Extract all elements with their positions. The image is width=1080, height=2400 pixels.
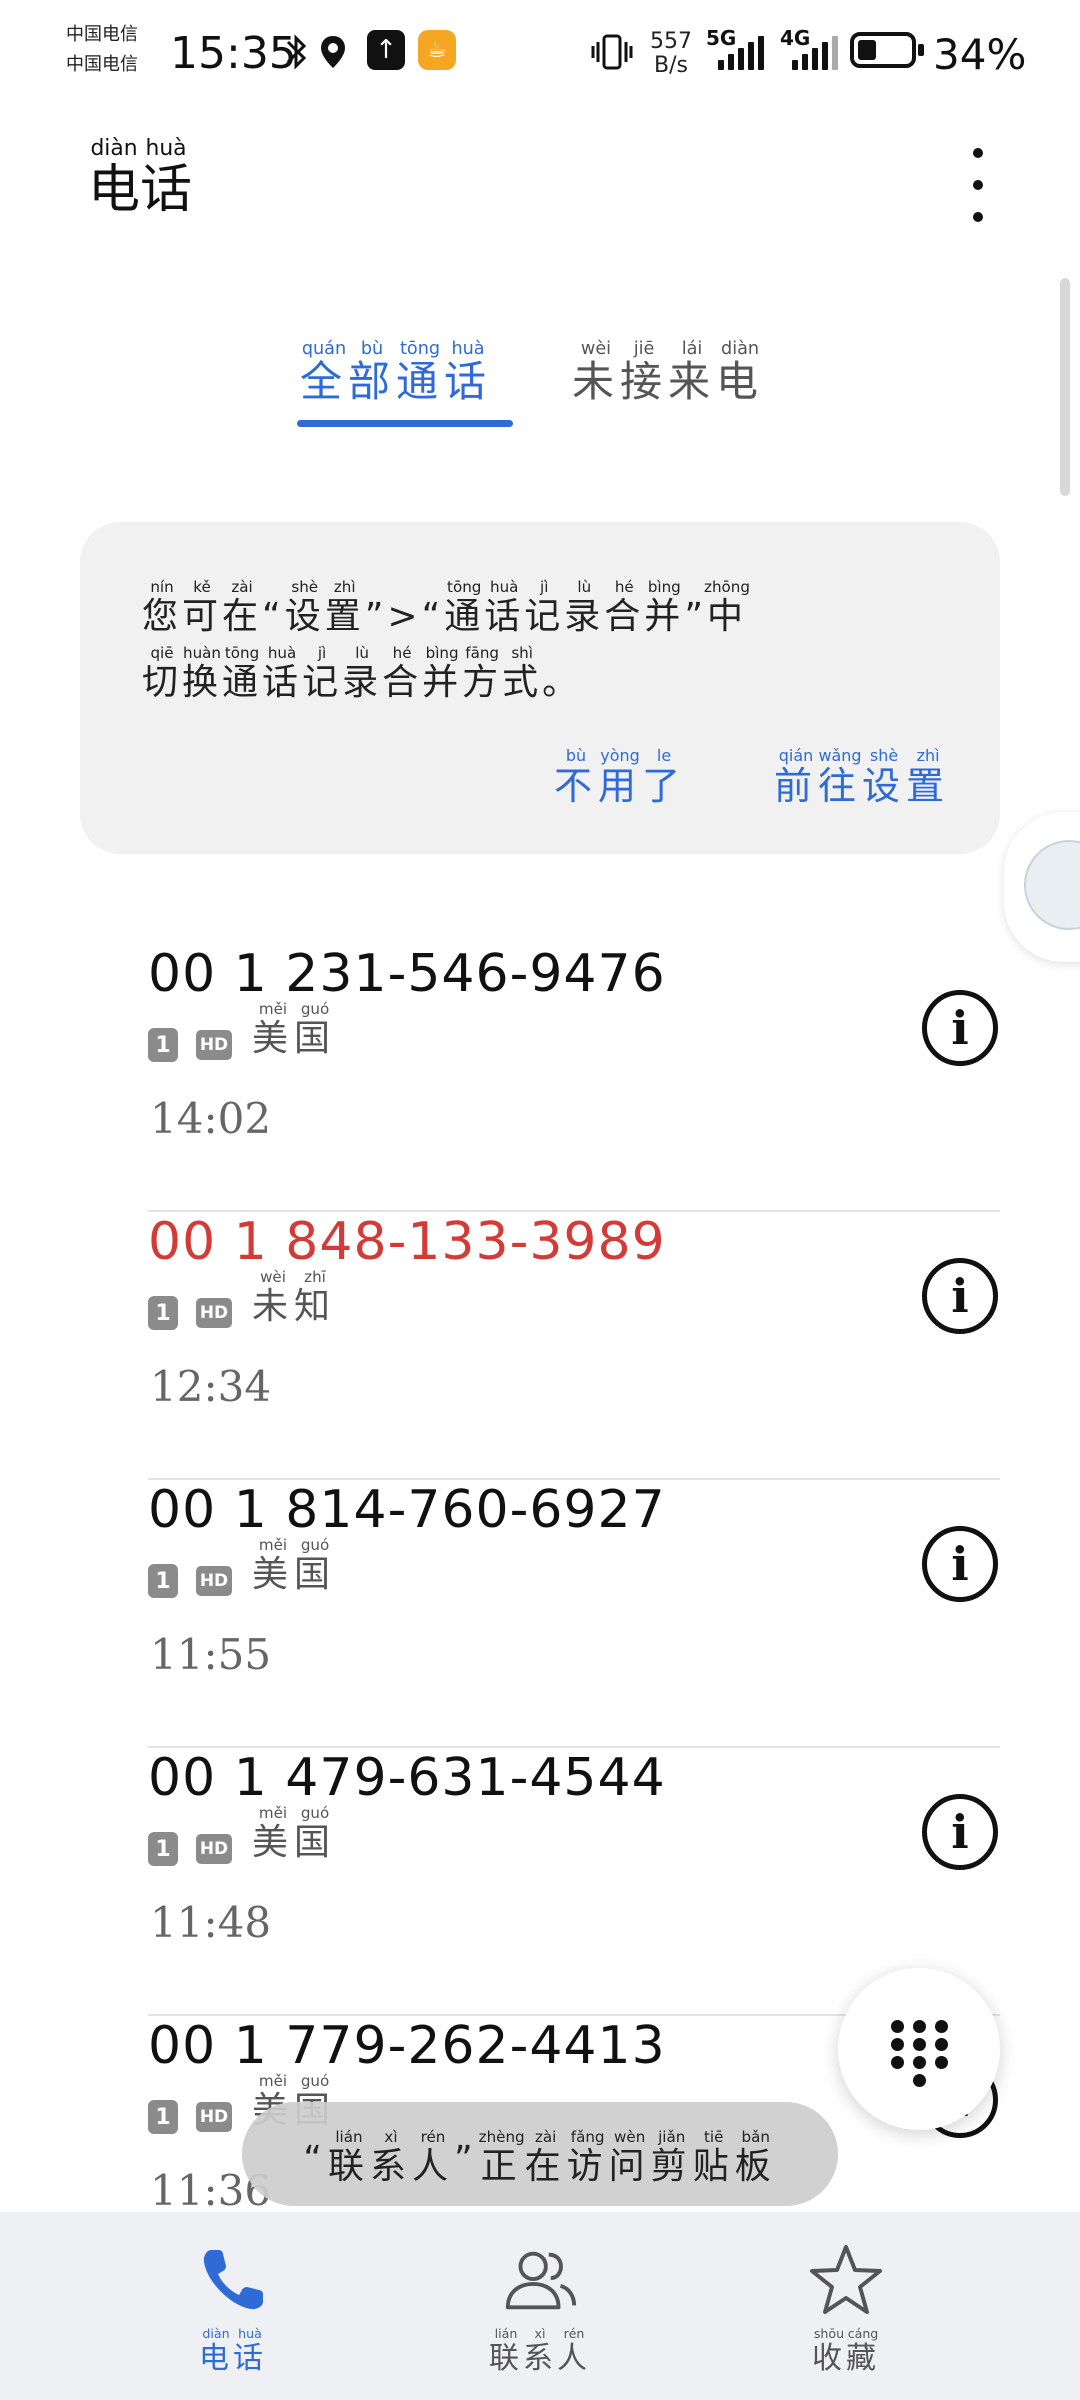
assistant-avatar-icon: [1024, 840, 1080, 930]
floating-assistant-bubble[interactable]: [1004, 812, 1080, 962]
sim-badge: 1: [148, 1296, 178, 1330]
call-log-item[interactable]: 00 1 479-631-4544 1 HD 美měi国guó 11:48 i: [148, 1748, 1000, 2016]
dialpad-button[interactable]: [838, 1968, 1000, 2130]
call-number: 00 1 231-546-9476: [148, 944, 666, 1004]
hint-line-1: 您nín可kě在zài“设shè置zhì”>“通tōng话huà记jì录lù合h…: [142, 578, 750, 637]
call-location: 未wèi知zhī: [252, 1268, 337, 1327]
bluetooth-icon: [284, 30, 310, 74]
nav-label-favorites: 收shōu藏cáng: [812, 2326, 880, 2376]
vibrate-icon: [590, 30, 634, 74]
network-speed-value: 557: [650, 29, 692, 54]
sim-badge: 1: [148, 1832, 178, 1866]
merge-settings-hint-card: 您nín可kě在zài“设shè置zhì”>“通tōng话huà记jì录lù合h…: [80, 522, 1000, 854]
nav-item-favorites[interactable]: 收shōu藏cáng: [746, 2240, 946, 2390]
call-location: 美měi国guó: [252, 1000, 337, 1059]
location-icon: [318, 30, 348, 74]
signal-strength-icon-sim1: [718, 34, 764, 70]
network-speed: 557 B/s: [646, 30, 696, 78]
hd-badge: HD: [196, 1834, 232, 1864]
signal-strength-icon-sim2: [792, 34, 838, 70]
hd-badge: HD: [196, 1298, 232, 1328]
hd-badge: HD: [196, 2102, 232, 2132]
upload-icon: ↑: [367, 30, 405, 70]
go-to-settings-button[interactable]: 前qián往wǎng设shè置zhì: [774, 746, 950, 810]
app-notification-icon: ☕: [418, 30, 456, 70]
call-log-item[interactable]: 00 1 848-133-3989 1 HD 未wèi知zhī 12:34 i: [148, 1212, 1000, 1480]
tab-missed-calls[interactable]: 未接来电未wèi接jiē来lái电diàn: [572, 339, 764, 409]
hd-badge: HD: [196, 1566, 232, 1596]
call-details-info-icon[interactable]: i: [922, 1526, 998, 1602]
call-number: 00 1 479-631-4544: [148, 1748, 666, 1808]
call-number: 00 1 779-262-4413: [148, 2016, 666, 2076]
nav-label-contacts: 联lián系xì人rén: [489, 2326, 591, 2376]
nav-label-phone: 电diàn话huà: [199, 2326, 267, 2376]
call-log-item[interactable]: 00 1 231-546-9476 1 HD 美měi国guó 14:02 i: [148, 944, 1000, 1212]
scrollbar[interactable]: [1060, 278, 1070, 496]
nav-item-phone[interactable]: 电diàn话huà: [133, 2240, 333, 2390]
phone-icon: [193, 2240, 273, 2320]
sim-badge: 1: [148, 2100, 178, 2134]
hd-badge: HD: [196, 1030, 232, 1060]
call-time: 12:34: [150, 1362, 272, 1411]
call-time: 14:02: [150, 1094, 272, 1143]
call-details-info-icon[interactable]: i: [922, 1258, 998, 1334]
call-number: 00 1 814-760-6927: [148, 1480, 666, 1540]
call-time: 11:55: [150, 1630, 272, 1679]
sim-badge: 1: [148, 1028, 178, 1062]
call-number: 00 1 848-133-3989: [148, 1212, 666, 1272]
page-title: 电diàn话huà 电话: [88, 136, 193, 222]
clipboard-access-toast: “联lián 系xì 人rén” 正zhèng 在zài 访fǎng 问wèn 剪jiǎn 贴t…: [242, 2102, 838, 2206]
star-icon: [806, 2240, 886, 2320]
call-location: 美měi国guó: [252, 1804, 337, 1863]
title-char: 电diàn话huà: [88, 136, 193, 220]
nav-item-contacts[interactable]: 联lián系xì人rén: [440, 2240, 640, 2390]
hint-line-2: 切qiē换huàn通tōng话huà记jì录lù合hé并bìng方fāng式sh…: [142, 644, 583, 703]
status-bar: 中国电信 中国电信 15:35 ↑ ☕ 557 B/s 5G 4G 34%: [0, 0, 1080, 110]
battery-icon: [850, 32, 924, 68]
call-location: 美měi国guó: [252, 1536, 337, 1595]
hint-message: 您nín可kě在zài“设shè置zhì”>“通tōng话huà记jì录lù合h…: [142, 578, 962, 712]
carrier-info: 中国电信 中国电信: [66, 20, 162, 80]
phone-app-screen: 中国电信 中国电信 15:35 ↑ ☕ 557 B/s 5G 4G 34% 电d…: [0, 0, 1080, 2400]
call-details-info-icon[interactable]: i: [922, 1794, 998, 1870]
battery-percent: 34%: [933, 30, 1027, 79]
more-options-icon[interactable]: [950, 140, 1006, 230]
call-details-info-icon[interactable]: i: [922, 990, 998, 1066]
tab-all-calls[interactable]: 全部通话全quán部bù通tōng话huà: [300, 339, 492, 409]
status-time: 15:35: [170, 28, 297, 79]
contacts-icon: [500, 2240, 580, 2320]
dismiss-button[interactable]: 不bù用yòng了le: [554, 746, 686, 810]
active-tab-indicator: [297, 420, 513, 427]
network-speed-unit: B/s: [654, 53, 688, 78]
carrier-name-sim1: 中国电信: [66, 24, 138, 45]
bottom-navigation: 电diàn话huà 联lián系xì人rén 收shōu藏cáng: [0, 2212, 1080, 2400]
call-log-item[interactable]: 00 1 814-760-6927 1 HD 美měi国guó 11:55 i: [148, 1480, 1000, 1748]
carrier-name-sim2: 中国电信: [66, 54, 138, 75]
sim-badge: 1: [148, 1564, 178, 1598]
call-time: 11:48: [150, 1898, 272, 1947]
